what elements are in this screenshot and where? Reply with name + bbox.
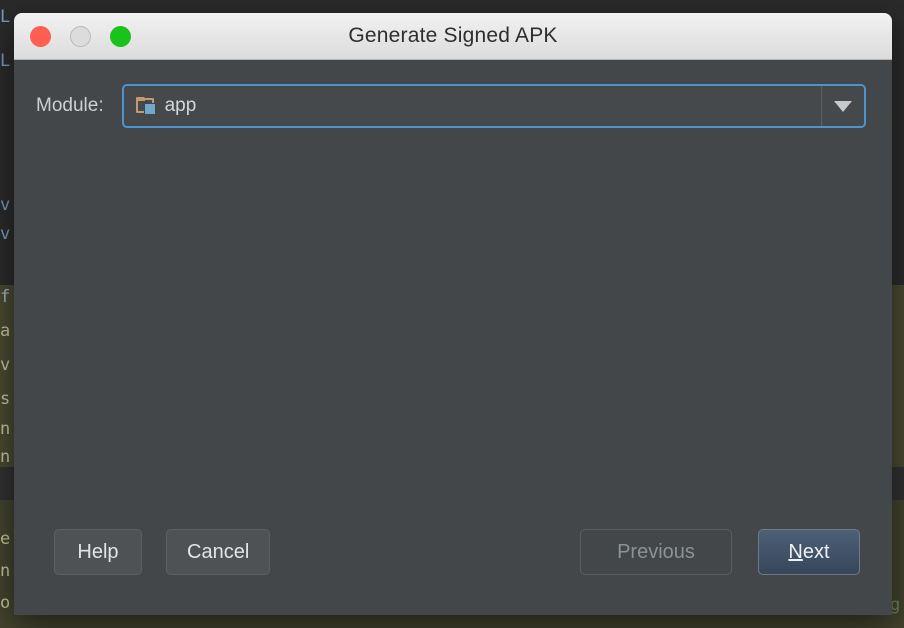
window-controls — [30, 13, 131, 59]
previous-button: Previous — [580, 529, 732, 575]
minimize-window-button[interactable] — [70, 25, 91, 47]
dialog-content-area — [14, 128, 892, 529]
dialog-button-bar: Help Cancel Previous Next — [14, 529, 892, 615]
code-fragment: a — [0, 321, 11, 341]
code-fragment: o — [0, 593, 11, 613]
code-fragment: e — [0, 529, 11, 549]
code-fragment: n — [0, 447, 11, 467]
module-combobox[interactable]: app — [121, 84, 866, 128]
dialog-title-bar[interactable]: Generate Signed APK — [14, 13, 892, 60]
zoom-window-button[interactable] — [110, 25, 131, 47]
module-label: Module: — [36, 95, 104, 116]
code-fragment: n — [0, 419, 11, 439]
code-fragment: L — [0, 51, 11, 71]
code-fragment: L — [0, 7, 11, 27]
code-fragment: s — [0, 389, 11, 409]
code-fragment: v — [0, 195, 11, 215]
cancel-button[interactable]: Cancel — [166, 529, 271, 575]
module-form-row: Module: app — [14, 60, 892, 128]
next-button-label-rest: ext — [802, 540, 830, 563]
module-combobox-value[interactable]: app — [124, 86, 821, 126]
code-fragment: v — [0, 224, 11, 244]
code-fragment: n — [0, 561, 11, 581]
next-button[interactable]: Next — [758, 529, 860, 575]
module-folder-icon — [135, 97, 156, 115]
generate-signed-apk-dialog: Generate Signed APK Module: app Help Can… — [14, 13, 892, 615]
next-button-mnemonic: N — [788, 540, 803, 563]
help-button[interactable]: Help — [54, 529, 142, 575]
chevron-down-icon[interactable] — [821, 86, 864, 126]
code-fragment: f — [0, 287, 11, 307]
dialog-title: Generate Signed APK — [348, 24, 558, 47]
close-window-button[interactable] — [30, 25, 51, 47]
dialog-body: Module: app Help Cancel Previous N ext — [14, 60, 892, 615]
module-selected-value: app — [164, 95, 197, 116]
code-fragment: v — [0, 355, 11, 375]
